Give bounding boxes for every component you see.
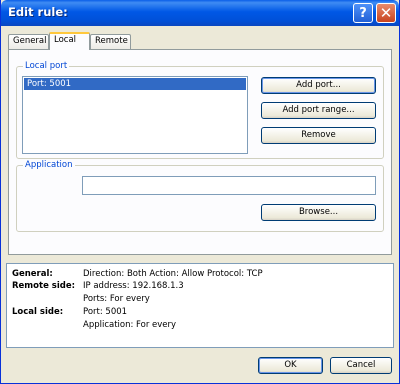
application-legend: Application [23, 160, 75, 170]
summary-key: General: [12, 269, 53, 279]
summary-value: Application: For every [83, 320, 177, 330]
browse-button[interactable]: Browse... [261, 204, 376, 221]
add-port-range-button[interactable]: Add port range... [261, 102, 376, 119]
summary-key: Remote side: [12, 281, 76, 291]
summary-value: Ports: For every [83, 294, 150, 304]
rule-summary: General: Direction: Both Action: Allow P… [6, 263, 394, 348]
help-icon: ? [359, 5, 367, 21]
window-title: Edit rule: [8, 5, 68, 19]
edit-rule-dialog: Edit rule: ? ✕ General Local Remote Loca… [0, 0, 400, 384]
title-bar[interactable]: Edit rule: ? ✕ [1, 0, 399, 26]
port-list[interactable]: Port: 5001 [22, 76, 248, 154]
add-port-button[interactable]: Add port... [261, 77, 376, 94]
tab-local[interactable]: Local [49, 32, 90, 50]
close-button[interactable]: ✕ [376, 3, 396, 23]
local-port-legend: Local port [23, 61, 70, 71]
list-item[interactable]: Port: 5001 [24, 78, 246, 90]
summary-key: Local side: [12, 307, 64, 317]
ok-button[interactable]: OK [258, 357, 323, 374]
tab-general[interactable]: General [8, 34, 49, 49]
cancel-button[interactable]: Cancel [330, 357, 392, 374]
help-button[interactable]: ? [353, 3, 373, 23]
application-path-input[interactable] [82, 176, 376, 195]
tab-remote[interactable]: Remote [90, 34, 131, 49]
summary-value: IP address: 192.168.1.3 [83, 281, 184, 291]
summary-value: Direction: Both Action: Allow Protocol: … [83, 269, 263, 279]
close-icon: ✕ [379, 4, 393, 22]
remove-button[interactable]: Remove [261, 127, 376, 144]
summary-value: Port: 5001 [83, 307, 128, 317]
